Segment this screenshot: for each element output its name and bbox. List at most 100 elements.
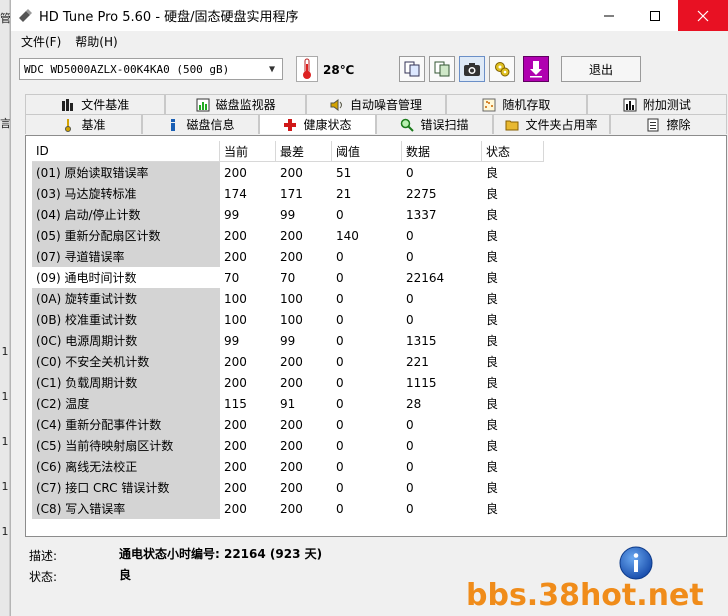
drive-select[interactable]: WDC WD5000AZLX-00K4KA0 (500 gB) ▼ bbox=[19, 58, 283, 80]
table-row[interactable]: (0B) 校准重试计数 100 100 0 0 良 bbox=[32, 309, 544, 330]
watermark-text: bbs.38hot.net bbox=[466, 578, 704, 613]
tab-error-scan[interactable]: 错误扫描 bbox=[376, 114, 493, 134]
thermometer-icon bbox=[296, 56, 318, 82]
cell-data: 0 bbox=[406, 459, 414, 474]
cell-worst: 200 bbox=[280, 165, 303, 180]
disk-monitor-icon bbox=[196, 98, 210, 112]
column-header-threshold[interactable]: 阈值 bbox=[332, 141, 402, 162]
table-body: (01) 原始读取错误率 200 200 51 0 良 (03) 马达旋转标准 174 171 2… bbox=[32, 162, 544, 519]
cell-current: 200 bbox=[224, 459, 247, 474]
cell-data: 0 bbox=[406, 312, 414, 327]
cell-status: 良 bbox=[486, 418, 499, 432]
screenshot-button[interactable] bbox=[459, 56, 485, 82]
tab-erase[interactable]: 擦除 bbox=[610, 114, 727, 134]
cell-current: 200 bbox=[224, 417, 247, 432]
close-button[interactable] bbox=[678, 0, 728, 31]
cell-threshold: 0 bbox=[336, 312, 344, 327]
close-icon bbox=[697, 10, 709, 21]
title-bar[interactable]: HD Tune Pro 5.60 - 硬盘/固态硬盘实用程序 bbox=[11, 0, 728, 31]
table-row[interactable]: (C0) 不安全关机计数 200 200 0 221 良 bbox=[32, 351, 544, 372]
cell-id: (04) 启动/停止计数 bbox=[32, 204, 220, 225]
column-header-current[interactable]: 当前 bbox=[220, 141, 276, 162]
table-row[interactable]: (04) 启动/停止计数 99 99 0 1337 良 bbox=[32, 204, 544, 225]
cell-id: (07) 寻道错误率 bbox=[32, 246, 220, 267]
tab-noise-management[interactable]: 自动噪音管理 bbox=[305, 94, 447, 114]
copy-icon bbox=[404, 61, 420, 77]
table-row[interactable]: (C8) 写入错误率 200 200 0 0 良 bbox=[32, 498, 544, 519]
cell-threshold: 0 bbox=[336, 291, 344, 306]
desktop-edge-strip: 管 言 1 1 1 1 1 bbox=[0, 0, 11, 616]
status-value: 良 bbox=[119, 568, 132, 582]
download-button[interactable] bbox=[523, 56, 549, 82]
cell-current: 200 bbox=[224, 165, 247, 180]
maximize-button[interactable] bbox=[632, 0, 678, 31]
tab-label: 文件夹占用率 bbox=[525, 118, 598, 132]
health-cross-icon bbox=[283, 118, 297, 132]
cell-id: (0A) 旋转重试计数 bbox=[32, 288, 220, 309]
tab-label: 擦除 bbox=[666, 118, 691, 132]
table-row[interactable]: (C5) 当前待映射扇区计数 200 200 0 0 良 bbox=[32, 435, 544, 456]
tab-benchmark[interactable]: 基准 bbox=[25, 114, 142, 134]
table-row[interactable]: (09) 通电时间计数 70 70 0 22164 良 bbox=[32, 267, 544, 288]
table-row[interactable]: (01) 原始读取错误率 200 200 51 0 良 bbox=[32, 162, 544, 183]
desktop-edge-char: 言 bbox=[0, 117, 11, 130]
minimize-button[interactable] bbox=[586, 0, 632, 31]
info-icon[interactable] bbox=[619, 546, 653, 580]
cell-data: 0 bbox=[406, 165, 414, 180]
tab-disk-monitor[interactable]: 磁盘监视器 bbox=[165, 94, 306, 114]
cell-data: 1337 bbox=[406, 207, 437, 222]
column-header-worst[interactable]: 最差 bbox=[276, 141, 332, 162]
cell-current: 200 bbox=[224, 354, 247, 369]
table-row[interactable]: (07) 寻道错误率 200 200 0 0 良 bbox=[32, 246, 544, 267]
table-row[interactable]: (0C) 电源周期计数 99 99 0 1315 良 bbox=[32, 330, 544, 351]
cell-data: 0 bbox=[406, 417, 414, 432]
column-header-status[interactable]: 状态 bbox=[482, 141, 544, 162]
table-row[interactable]: (C1) 负载周期计数 200 200 0 1115 良 bbox=[32, 372, 544, 393]
menu-file[interactable]: 文件(F) bbox=[14, 33, 68, 50]
table-row[interactable]: (0A) 旋转重试计数 100 100 0 0 良 bbox=[32, 288, 544, 309]
table-row[interactable]: (05) 重新分配扇区计数 200 200 140 0 良 bbox=[32, 225, 544, 246]
cell-data: 0 bbox=[406, 228, 414, 243]
menu-help[interactable]: 帮助(H) bbox=[68, 33, 124, 50]
cell-id: (0B) 校准重试计数 bbox=[32, 309, 220, 330]
tab-health[interactable]: 健康状态 bbox=[259, 114, 376, 134]
table-header: ID 当前 最差 阈值 数据 状态 bbox=[32, 141, 544, 162]
cell-data: 22164 bbox=[406, 270, 445, 285]
cell-worst: 100 bbox=[280, 291, 303, 306]
tab-extra-tests[interactable]: 附加测试 bbox=[586, 94, 728, 114]
cell-threshold: 0 bbox=[336, 459, 344, 474]
cell-worst: 171 bbox=[280, 186, 303, 201]
column-header-data[interactable]: 数据 bbox=[402, 141, 482, 162]
cell-threshold: 51 bbox=[336, 165, 352, 180]
cell-worst: 200 bbox=[280, 249, 303, 264]
table-row[interactable]: (C7) 接口 CRC 错误计数 200 200 0 0 良 bbox=[32, 477, 544, 498]
window-title: HD Tune Pro 5.60 - 硬盘/固态硬盘实用程序 bbox=[39, 10, 299, 25]
tab-label: 随机存取 bbox=[502, 98, 551, 112]
exit-button[interactable]: 退出 bbox=[561, 56, 641, 82]
table-row[interactable]: (C4) 重新分配事件计数 200 200 0 0 良 bbox=[32, 414, 544, 435]
tab-disk-info[interactable]: 磁盘信息 bbox=[142, 114, 259, 134]
table-row[interactable]: (C2) 温度 115 91 0 28 良 bbox=[32, 393, 544, 414]
tab-random-access[interactable]: 随机存取 bbox=[446, 94, 587, 114]
cell-current: 200 bbox=[224, 438, 247, 453]
column-header-id[interactable]: ID bbox=[32, 141, 220, 162]
tab-label: 基准 bbox=[81, 118, 106, 132]
smart-table: ID 当前 最差 阈值 数据 状态 (01) 原始读取错误率 200 200 51 0 良… bbox=[32, 141, 544, 519]
table-row[interactable]: (C6) 离线无法校正 200 200 0 0 良 bbox=[32, 456, 544, 477]
info-small-icon bbox=[166, 118, 180, 132]
cell-status: 良 bbox=[486, 502, 499, 516]
desktop-edge-char: 管 bbox=[0, 12, 11, 25]
save-button[interactable] bbox=[429, 56, 455, 82]
cell-threshold: 0 bbox=[336, 417, 344, 432]
cell-id: (01) 原始读取错误率 bbox=[32, 162, 220, 183]
cell-id: (03) 马达旋转标准 bbox=[32, 183, 220, 204]
cell-status: 良 bbox=[486, 439, 499, 453]
copy-button[interactable] bbox=[399, 56, 425, 82]
tab-file-benchmark[interactable]: 文件基准 bbox=[25, 94, 166, 114]
table-row[interactable]: (03) 马达旋转标准 174 171 21 2275 良 bbox=[32, 183, 544, 204]
options-button[interactable] bbox=[489, 56, 515, 82]
tab-label: 附加测试 bbox=[642, 98, 691, 112]
tab-folder-usage[interactable]: 文件夹占用率 bbox=[493, 114, 610, 134]
cell-worst: 200 bbox=[280, 480, 303, 495]
magnifier-icon bbox=[400, 118, 415, 132]
